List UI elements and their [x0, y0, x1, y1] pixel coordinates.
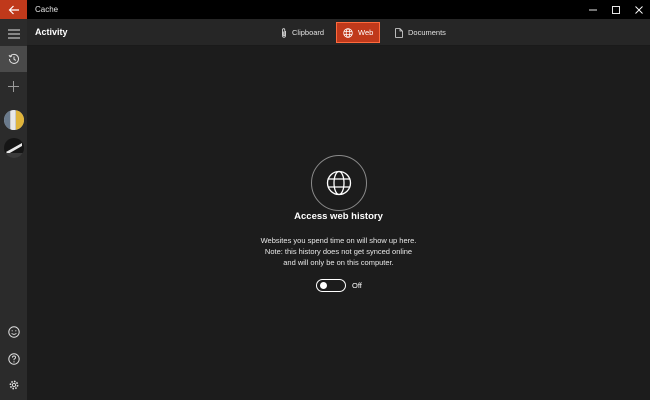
- history-icon: [8, 53, 19, 64]
- tab-clipboard-label: Clipboard: [292, 28, 325, 37]
- back-arrow-icon: [8, 5, 19, 14]
- help-button[interactable]: [0, 346, 27, 372]
- help-icon: [7, 353, 20, 365]
- description-line: Note: this history does not get synced o…: [264, 247, 413, 256]
- web-history-description: Websites you spend time on will show up …: [27, 235, 650, 268]
- globe-badge: [311, 155, 367, 211]
- close-button[interactable]: [627, 0, 650, 19]
- toggle-knob: [320, 282, 327, 289]
- header-bar: Activity Clipboard Web Documents: [27, 19, 650, 46]
- page-title: Activity: [35, 27, 68, 37]
- history-button[interactable]: [0, 46, 27, 72]
- add-button[interactable]: [0, 73, 27, 99]
- document-icon: [395, 27, 403, 38]
- minimize-button[interactable]: [581, 0, 604, 19]
- smiley-icon: [7, 326, 20, 338]
- web-history-toggle-row: Off: [316, 279, 362, 292]
- maximize-button[interactable]: [604, 0, 627, 19]
- close-icon: [634, 5, 643, 14]
- description-line: Websites you spend time on will show up …: [260, 236, 417, 245]
- tab-documents-label: Documents: [408, 28, 446, 37]
- avatar-image-2: [4, 138, 24, 158]
- avatar-image-1: [4, 110, 24, 130]
- minimize-icon: [588, 9, 597, 10]
- avatar[interactable]: [4, 138, 24, 158]
- gear-icon: [9, 380, 18, 390]
- plus-icon: [8, 80, 19, 92]
- web-history-heading: Access web history: [294, 211, 383, 222]
- toggle-state-label: Off: [352, 281, 362, 290]
- tab-clipboard[interactable]: Clipboard: [275, 23, 330, 42]
- tab-web[interactable]: Web: [335, 22, 381, 43]
- app-title: Cache: [35, 5, 59, 14]
- feedback-button[interactable]: [0, 319, 27, 345]
- maximize-icon: [611, 5, 620, 14]
- description-line: and will only be on this computer.: [283, 258, 394, 267]
- globe-icon: [343, 27, 353, 38]
- window-controls: [581, 0, 650, 19]
- tab-web-label: Web: [358, 28, 374, 37]
- tab-documents[interactable]: Documents: [389, 23, 452, 42]
- web-history-toggle[interactable]: [316, 279, 346, 292]
- avatar[interactable]: [4, 110, 24, 130]
- hamburger-menu-button[interactable]: [0, 21, 27, 47]
- left-rail: [0, 19, 27, 400]
- paperclip-icon: [282, 27, 286, 38]
- globe-icon: [326, 170, 352, 196]
- back-button[interactable]: [0, 0, 27, 19]
- title-bar: Cache: [0, 0, 650, 19]
- web-history-panel: Access web history Websites you spend ti…: [27, 46, 650, 400]
- menu-icon: [7, 29, 20, 39]
- settings-button[interactable]: [0, 372, 27, 398]
- app-window: Cache Activity Clipboard Web Documents A…: [0, 0, 650, 400]
